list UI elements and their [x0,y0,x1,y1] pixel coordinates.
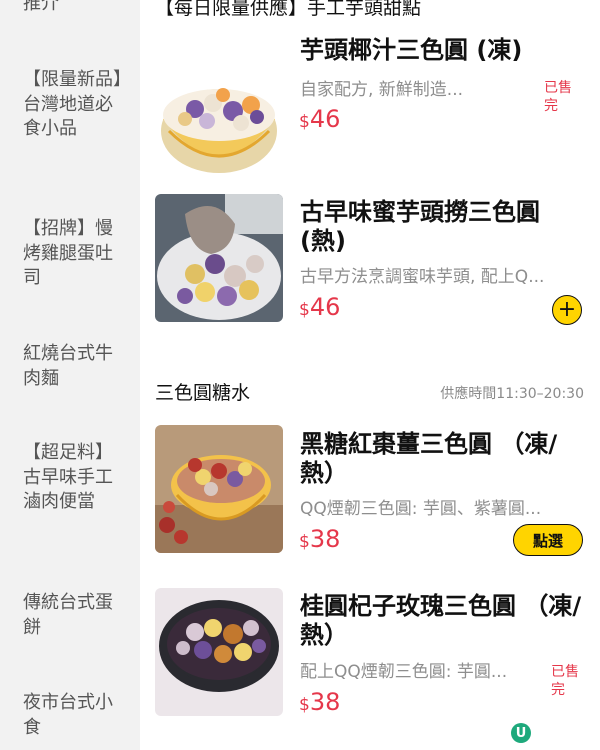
price-amount: 38 [309,688,341,716]
menu-list: 【每日限量供應】手工芋頭甜點 芋頭椰汁三色圓 (凍) 自家配方, 新鮮制造...… [140,0,600,750]
price-amount: 38 [309,525,341,553]
section-title: 三色圓糖水 [155,382,251,404]
product-image [155,425,283,553]
sidebar-item-beef-noodle[interactable]: 紅燒台式牛肉麵 [23,342,128,391]
product-image [155,53,283,181]
sidebar-item-recommended[interactable]: 推介 [23,0,128,17]
product-price: $38 [299,688,340,716]
product-price: $46 [299,105,340,133]
price-amount: 46 [309,105,341,133]
product-description: 自家配方, 新鮮制造... [300,80,464,100]
price-currency: $ [299,300,310,320]
sidebar-item-egg-pancake[interactable]: 傳統台式蛋餅 [23,591,128,640]
sidebar-item-braised-pork-rice[interactable]: 【超足料】古早味手工滷肉便當 [23,441,128,515]
product-name: 古早味蜜芋頭撈三色圓 (熱) [300,198,540,255]
product-name: 桂圓杞子玫瑰三色圓 （凍/熱） [300,592,582,649]
product-image [155,194,283,322]
add-button[interactable]: + [552,295,582,325]
sidebar-item-signature-toast[interactable]: 【招牌】慢烤雞腿蛋吐司 [23,217,128,291]
price-amount: 46 [309,293,341,321]
section-title: 【每日限量供應】手工芋頭甜點 [155,0,422,19]
sidebar-item-night-market-snacks[interactable]: 夜市台式小食 [23,691,128,740]
price-currency: $ [299,112,310,132]
select-options-button[interactable]: 點選 [513,524,583,556]
product-description: QQ煙韌三色圓: 芋圓、紫薯圓... [300,499,542,519]
category-sidebar: 推介 【限量新品】台灣地道必食小品 【招牌】慢烤雞腿蛋吐司 紅燒台式牛肉麵 【超… [0,0,140,750]
product-name: 芋頭椰汁三色圓 (凍) [300,36,523,64]
product-description: 配上QQ煙韌三色圓: 芋圓... [300,662,508,682]
sidebar-item-limited-new[interactable]: 【限量新品】台灣地道必食小品 [23,68,128,142]
price-currency: $ [299,532,310,552]
sold-out-label: 已售完 [551,664,579,698]
brand-logo-icon: U [511,723,531,743]
product-image [155,588,283,716]
product-name: 黑糖紅棗薑三色圓 （凍/熱） [300,430,558,487]
product-description: 古早方法烹調蜜味芋頭, 配上Q... [300,267,545,287]
sold-out-label: 已售完 [544,80,572,114]
product-price: $38 [299,525,340,553]
section-hours: 供應時間11:30–20:30 [440,386,584,402]
price-currency: $ [299,695,310,715]
product-price: $46 [299,293,340,321]
